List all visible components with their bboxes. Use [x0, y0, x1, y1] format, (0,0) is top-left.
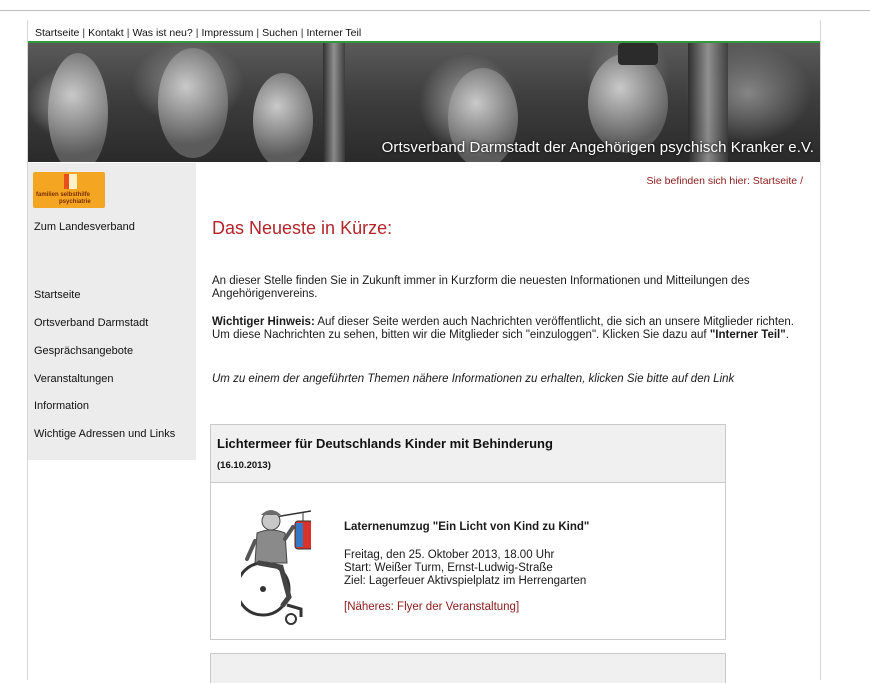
topnav-separator: | [256, 27, 260, 39]
banner-top-hat [618, 43, 658, 65]
event-detail-line: Ziel: Lagerfeuer Aktivspielplatz im Herr… [344, 575, 587, 587]
topnav-interner-teil[interactable]: Interner Teil [307, 27, 362, 39]
banner-statue [588, 53, 668, 153]
familien-selbsthilfe-logo[interactable]: familien selbsthilfe psychiatrie [33, 172, 105, 208]
sidebar-item-gespraechsangebote[interactable]: Gesprächsangebote [34, 345, 133, 357]
topnav-kontakt[interactable]: Kontakt [88, 27, 124, 39]
logo-mark [69, 174, 77, 189]
news-date: (16.10.2013) [217, 460, 271, 471]
sidebar-item-ortsverband[interactable]: Ortsverband Darmstadt [34, 317, 148, 329]
news-title: Lichtermeer für Deutschlands Kinder mit … [217, 436, 553, 451]
event-title: Laternenumzug "Ein Licht von Kind zu Kin… [344, 521, 590, 533]
sidebar: familien selbsthilfe psychiatrie Zum Lan… [28, 163, 196, 460]
header-banner-image: Ortsverband Darmstadt der Angehörigen ps… [28, 43, 820, 162]
topnav-suchen[interactable]: Suchen [262, 27, 298, 39]
sidebar-link-landesverband[interactable]: Zum Landesverband [34, 221, 135, 233]
news-card-next [210, 653, 726, 683]
event-detail-line: Start: Weißer Turm, Ernst-Ludwig-Straße [344, 562, 553, 574]
sidebar-item-information[interactable]: Information [34, 400, 89, 412]
page-container: Startseite | Kontakt | Was ist neu? | Impressu… [27, 20, 821, 683]
notice-paragraph: Wichtiger Hinweis: Auf dieser Seite werd… [212, 316, 812, 342]
interner-teil-reference: "Interner Teil" [709, 329, 786, 341]
breadcrumb-prefix: Sie befinden sich hier: [646, 175, 750, 187]
banner-statue [158, 48, 228, 158]
topnav-separator: | [300, 27, 304, 39]
logo-text: familien selbsthilfe [36, 192, 91, 198]
top-divider [0, 10, 870, 11]
hint-paragraph: Um zu einem der angeführten Themen näher… [212, 373, 735, 385]
banner-statue [253, 73, 313, 162]
news-card-header: Lichtermeer für Deutschlands Kinder mit … [211, 425, 725, 483]
notice-end: . [785, 329, 789, 341]
sidebar-item-veranstaltungen[interactable]: Veranstaltungen [34, 373, 114, 385]
banner-title: Ortsverband Darmstadt der Angehörigen ps… [381, 139, 814, 156]
banner-statue [48, 53, 108, 162]
topnav-startseite[interactable]: Startseite [35, 27, 79, 39]
event-details: Freitag, den 25. Oktober 2013, 18.00 Uhr… [344, 549, 586, 588]
flyer-link[interactable]: [Näheres: Flyer der Veranstaltung] [344, 601, 519, 613]
logo-text: psychiatrie [59, 199, 91, 205]
banner-pillar [323, 43, 345, 162]
intro-paragraph: An dieser Stelle finden Sie in Zukunft i… [212, 275, 750, 300]
news-card: Lichtermeer für Deutschlands Kinder mit … [210, 424, 726, 640]
page-title: Das Neueste in Kürze: [212, 218, 393, 238]
notice-label: Wichtiger Hinweis: [212, 316, 315, 328]
topnav-impressum[interactable]: Impressum [201, 27, 253, 39]
topnav-separator: | [82, 27, 86, 39]
topnav-was-ist-neu[interactable]: Was ist neu? [132, 27, 192, 39]
top-navigation: Startseite | Kontakt | Was ist neu? | Impressu… [28, 20, 820, 43]
sidebar-item-adressen-links[interactable]: Wichtige Adressen und Links [34, 428, 175, 440]
event-detail-line: Freitag, den 25. Oktober 2013, 18.00 Uhr [344, 549, 555, 561]
breadcrumb: Sie befinden sich hier: Startseite / [647, 175, 803, 187]
child-wheelchair-lantern-image [241, 510, 311, 625]
breadcrumb-link-startseite[interactable]: Startseite / [753, 175, 803, 187]
sidebar-item-startseite[interactable]: Startseite [34, 289, 80, 301]
